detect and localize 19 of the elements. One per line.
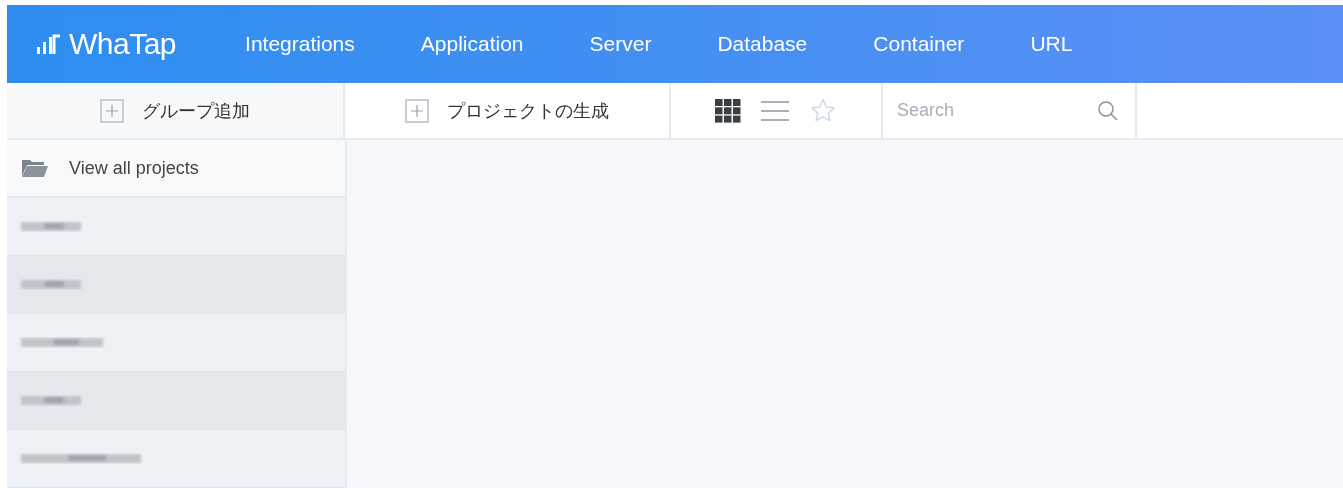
list-icon <box>761 98 789 123</box>
bar-chart-icon <box>37 34 61 54</box>
nav-link[interactable]: Container <box>873 32 965 56</box>
plus-icon <box>100 98 124 123</box>
nav-link[interactable]: Integrations <box>245 32 355 56</box>
nav-link[interactable]: URL <box>1030 32 1073 56</box>
all-projects-item[interactable]: View all projects <box>7 140 345 198</box>
logo-text: WhaTap <box>69 27 177 61</box>
folder-icon <box>21 158 49 178</box>
nav-link[interactable]: Database <box>717 32 808 56</box>
nav-link[interactable]: Server <box>589 32 652 56</box>
create-project-button[interactable]: プロジェクトの生成 <box>401 94 613 127</box>
group-item[interactable] <box>7 256 345 314</box>
group-item[interactable] <box>7 372 345 430</box>
search-icon[interactable] <box>1097 99 1119 122</box>
nav-link[interactable]: Application <box>420 32 524 56</box>
plus-icon <box>405 98 429 123</box>
grid-icon <box>715 98 741 123</box>
view-mode-button[interactable] <box>713 96 743 125</box>
